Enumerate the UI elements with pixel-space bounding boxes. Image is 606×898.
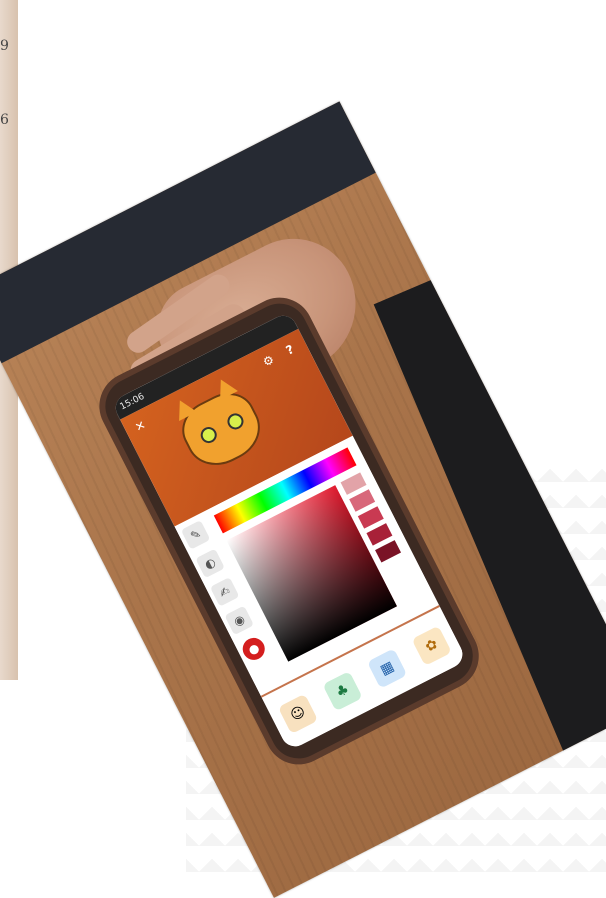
close-icon[interactable]: ✕	[128, 414, 152, 438]
stamp-tool-icon[interactable]: ✎	[180, 520, 211, 550]
clothes-icon[interactable]: ♣	[322, 671, 363, 712]
paint-palette-icon[interactable]: ✿	[411, 625, 452, 666]
handwritten-mark: 9	[0, 38, 9, 54]
gear-icon[interactable]: ⚙	[256, 349, 280, 373]
cat-eye	[224, 410, 247, 433]
cat-eye	[197, 424, 220, 446]
fill-tool-icon[interactable]: ◐	[195, 548, 225, 579]
lips-tool-icon[interactable]: ●	[238, 634, 269, 664]
tiger-cat-character	[170, 374, 271, 477]
color-swatch[interactable]	[375, 540, 402, 563]
handwritten-mark: 6	[0, 112, 9, 128]
brush-tool-icon[interactable]: ✍	[209, 577, 240, 607]
eye-tool-icon[interactable]: ◉	[224, 605, 254, 636]
background-icon[interactable]: ▦	[366, 648, 408, 689]
face-icon[interactable]: ☺	[277, 693, 319, 735]
help-icon[interactable]: ?	[278, 338, 302, 362]
